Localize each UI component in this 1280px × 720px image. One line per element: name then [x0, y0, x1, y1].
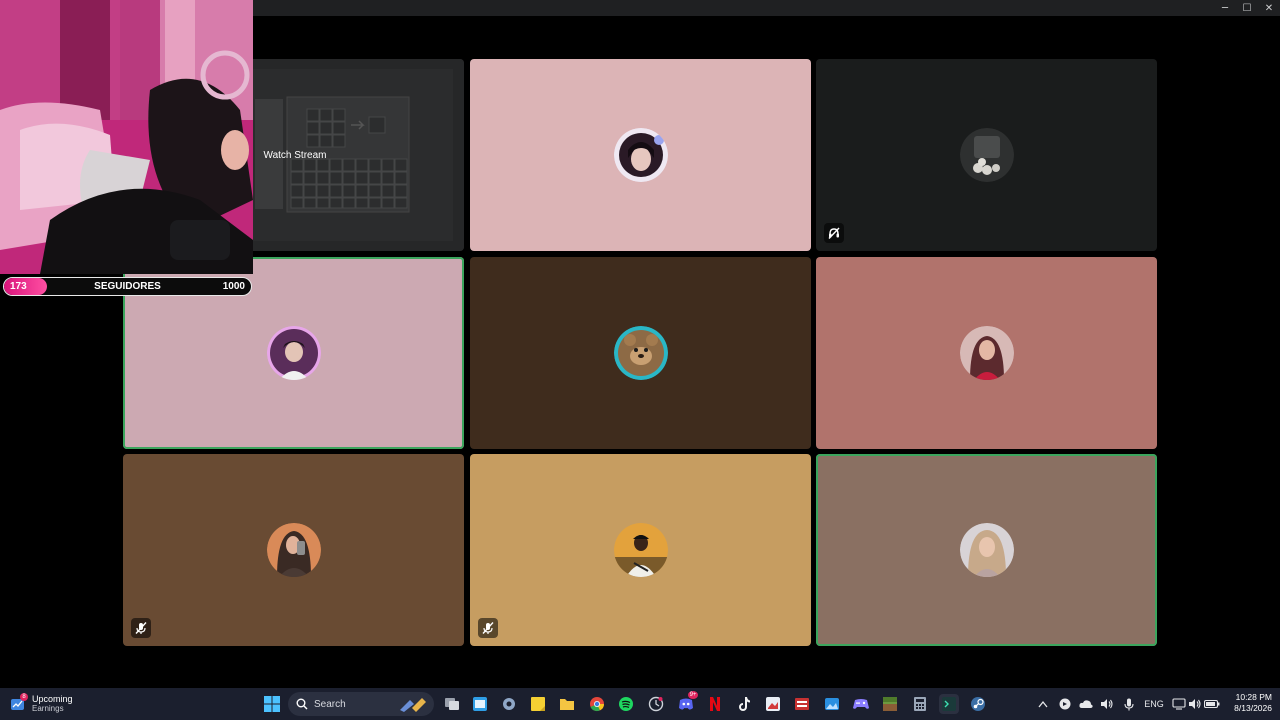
tile-participant-2[interactable]: [470, 59, 811, 251]
app-game[interactable]: [851, 694, 871, 714]
tile-participant-9[interactable]: [816, 454, 1157, 646]
news-icon: [795, 698, 809, 710]
tile-participant-7[interactable]: [123, 454, 464, 646]
notepad-icon: [473, 697, 487, 711]
microphone-icon[interactable]: [1121, 696, 1137, 712]
task-view-icon: [445, 698, 459, 710]
widget-title: Upcoming: [32, 694, 73, 704]
deafened-icon: [824, 223, 844, 243]
discord-icon: [679, 698, 693, 710]
app-steam[interactable]: [968, 694, 988, 714]
participant-avatar: [959, 128, 1014, 182]
participant-avatar: [613, 128, 668, 182]
battery-icon[interactable]: [1204, 696, 1220, 712]
minecraft-icon: [883, 697, 897, 711]
windows-icon: [264, 696, 280, 712]
photos-icon: [825, 698, 839, 710]
taskbar-search[interactable]: Search: [288, 692, 434, 716]
app-settings[interactable]: [499, 694, 519, 714]
spotify-icon: [619, 697, 633, 711]
tile-participant-5[interactable]: [470, 257, 811, 449]
participant-avatar: [613, 523, 668, 577]
muted-mic-icon: [478, 618, 498, 638]
app-notepad[interactable]: [470, 694, 490, 714]
webcam-feed: [0, 0, 253, 274]
close-button[interactable]: ✕: [1258, 0, 1280, 16]
app-calculator[interactable]: [910, 694, 930, 714]
terminal-icon: [942, 697, 956, 711]
participant-avatar: [959, 523, 1014, 577]
screen: ─ ☐ ✕ Watch Stream 173 SEGUIDORES 1000 8…: [0, 0, 1280, 720]
search-label: Search: [314, 698, 346, 710]
discord-badge: 9+: [688, 691, 698, 699]
gamepad-icon: [853, 699, 869, 709]
app-netflix[interactable]: [705, 694, 725, 714]
tile-participant-8[interactable]: [470, 454, 811, 646]
widgets-button[interactable]: 8 Upcoming Earnings: [10, 692, 73, 716]
language-indicator[interactable]: ENG: [1142, 696, 1166, 712]
netflix-icon: [710, 697, 720, 711]
widget-subtitle: Earnings: [32, 704, 64, 713]
app-minecraft[interactable]: [880, 694, 900, 714]
participant-avatar: [613, 326, 668, 380]
volume-icon[interactable]: [1099, 696, 1115, 712]
follower-goal-bar: 173 SEGUIDORES 1000: [3, 277, 252, 296]
start-button[interactable]: [262, 694, 282, 714]
widget-badge: 8: [20, 693, 28, 701]
search-icon: [296, 698, 308, 710]
clock-time: 10:28 PM: [1235, 692, 1272, 702]
follower-goal-target: 1000: [222, 281, 245, 292]
app-tiktok[interactable]: [734, 694, 754, 714]
steam-icon: [971, 697, 985, 711]
app-file-explorer[interactable]: [557, 694, 577, 714]
speaker-icon[interactable]: [1187, 696, 1203, 712]
sticky-note-icon: [531, 697, 545, 711]
app-spotify[interactable]: [616, 694, 636, 714]
app-photos[interactable]: [822, 694, 842, 714]
tray-app-icon[interactable]: [1057, 696, 1073, 712]
task-view-button[interactable]: [442, 694, 462, 714]
participant-avatar: [266, 326, 321, 380]
window-controls: ─ ☐ ✕: [1214, 0, 1280, 16]
tray-overflow-chevron-up-icon[interactable]: [1036, 696, 1050, 712]
app-discord[interactable]: 9+: [676, 691, 698, 714]
app-sticky-notes[interactable]: [528, 694, 548, 714]
search-highlight-icon: [400, 698, 426, 712]
watch-stream-label[interactable]: Watch Stream: [255, 145, 335, 165]
participant-avatar: [959, 326, 1014, 380]
clock-date: 8/13/2026: [1234, 703, 1272, 713]
gear-icon: [503, 698, 515, 710]
app-steam-clock[interactable]: [646, 694, 666, 714]
webcam-overlay: [0, 0, 253, 274]
muted-mic-icon: [131, 618, 151, 638]
image-viewer-icon: [766, 697, 780, 711]
app-terminal[interactable]: [939, 694, 959, 714]
tile-participant-3[interactable]: [816, 59, 1157, 251]
app-news[interactable]: [792, 694, 812, 714]
tile-participant-6[interactable]: [816, 257, 1157, 449]
chrome-icon: [590, 697, 604, 712]
chart-widget-icon: 8: [10, 693, 28, 712]
calculator-icon: [914, 697, 926, 711]
follower-goal-label: SEGUIDORES: [94, 281, 161, 292]
alarm-icon: [648, 696, 664, 712]
participant-avatar: [266, 523, 321, 577]
taskbar: 8 Upcoming Earnings Search 9+ ENG 10:28 …: [0, 688, 1280, 720]
network-icon[interactable]: [1171, 696, 1187, 712]
tiktok-icon: [739, 697, 750, 711]
app-image-viewer[interactable]: [763, 694, 783, 714]
maximize-button[interactable]: ☐: [1236, 0, 1258, 16]
minimize-button[interactable]: ─: [1214, 0, 1236, 16]
app-chrome[interactable]: [587, 694, 607, 714]
onedrive-cloud-icon[interactable]: [1078, 696, 1094, 712]
folder-icon: [560, 699, 574, 710]
taskbar-clock[interactable]: 10:28 PM 8/13/2026: [1222, 692, 1272, 714]
